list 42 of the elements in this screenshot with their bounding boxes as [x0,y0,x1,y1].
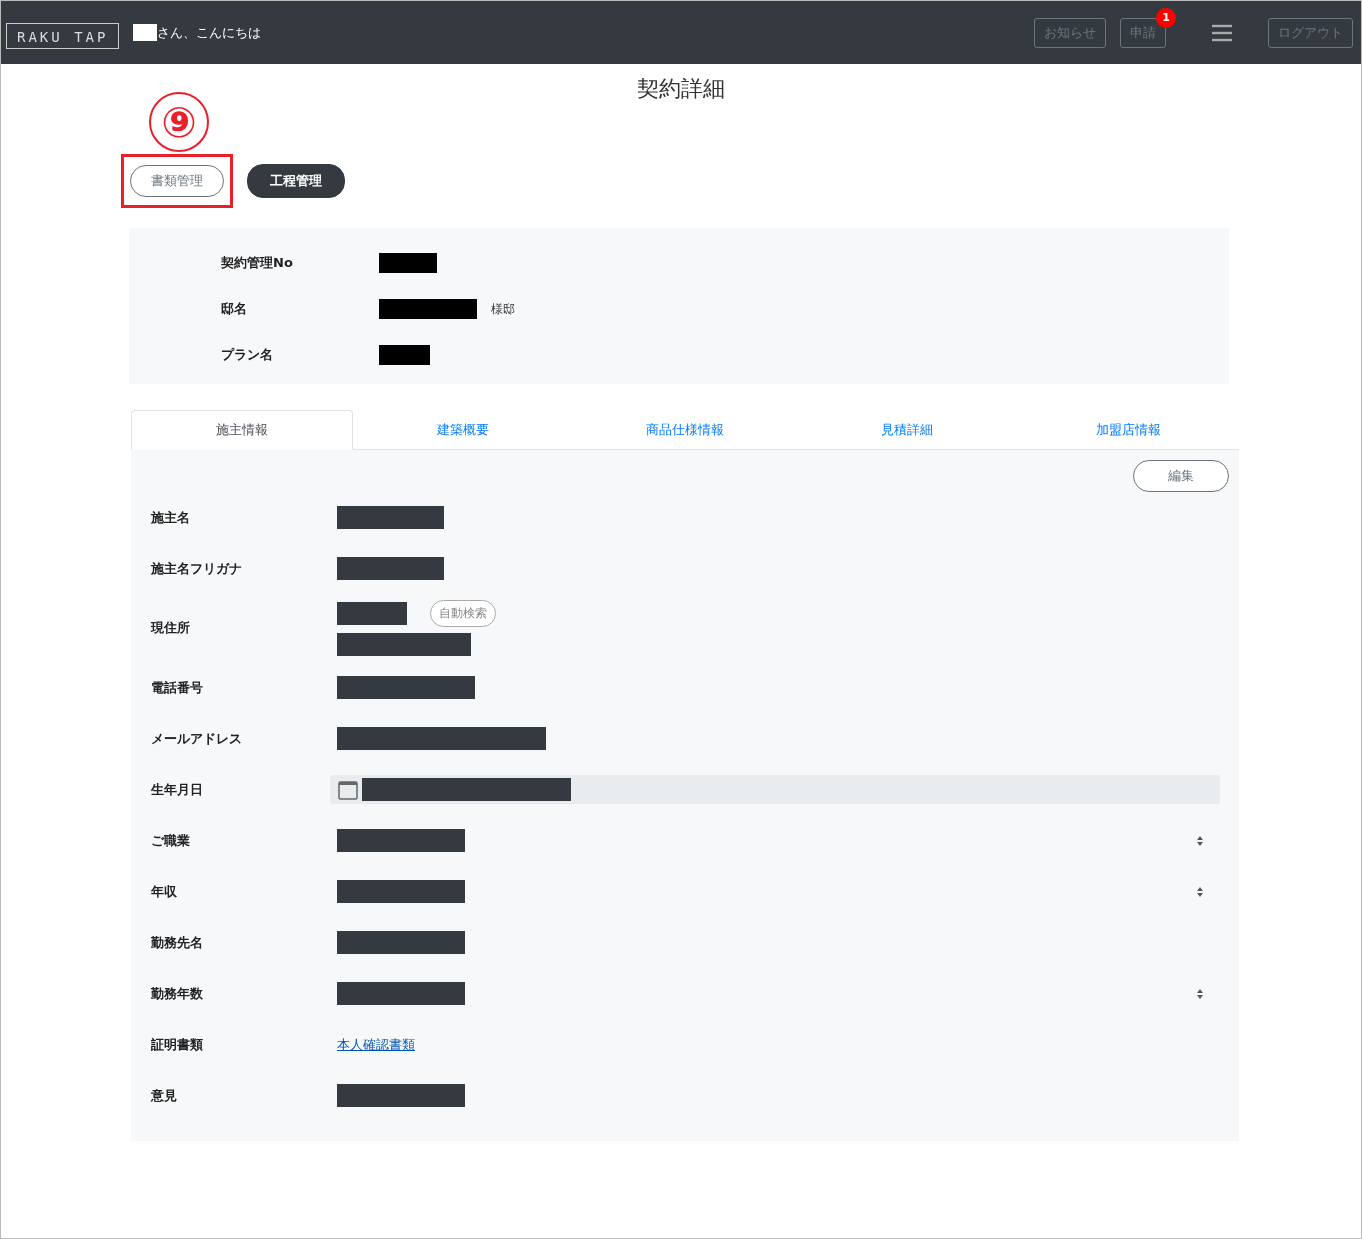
sort-caret-icon [1196,834,1204,847]
field-label: 電話番号 [151,678,204,697]
summary-label: プラン名 [221,346,274,364]
field-label: 生年月日 [151,780,204,799]
redacted-block [379,345,430,365]
calendar-icon [338,779,358,800]
field-label: 証明書類 [151,1035,204,1054]
redacted-name [133,24,158,41]
header-button[interactable]: お知らせ [1034,17,1106,48]
auto-search-button[interactable]: 自動検索 [430,600,496,627]
summary-label: 契約管理No [221,254,294,272]
edit-button[interactable]: 編集 [1133,460,1229,492]
field-label: 勤務年数 [151,984,204,1003]
field-label: メールアドレス [151,729,243,748]
tab[interactable]: 施主情報 [131,410,353,450]
menu-icon[interactable] [1212,23,1232,42]
sort-caret-icon [1196,885,1204,898]
field-label: 現住所 [151,619,191,637]
annotation-number: ⑨ [149,92,209,152]
field-label: 勤務先名 [151,933,204,952]
redacted-block [337,602,407,625]
date-field[interactable] [330,775,1220,804]
field-label: 年収 [151,882,178,901]
redacted-block [379,253,437,273]
page-title: 契約詳細 [636,75,726,103]
tab[interactable]: 建築概要 [352,410,575,450]
tab[interactable]: 見積詳細 [795,410,1018,450]
sort-caret-icon [1196,987,1204,1000]
field-label: 施主名 [151,508,191,527]
action-button[interactable]: 工程管理 [247,164,345,198]
logo[interactable]: RAKU TAP [6,22,120,49]
field-label: 意見 [151,1086,178,1105]
tab[interactable]: 加盟店情報 [1017,410,1239,450]
notification-badge: 1 [1156,7,1176,28]
document-link[interactable]: 本人確認書類 [337,1035,415,1054]
summary-suffix: 様邸 [491,300,515,318]
greeting-text: さん、こんにちは [157,23,262,42]
field-label: ご職業 [151,831,191,850]
tab[interactable]: 商品仕様情報 [574,410,796,450]
summary-label: 邸名 [221,300,248,318]
field-label: 施主名フリガナ [151,559,243,578]
action-button[interactable]: 書類管理 [130,165,224,197]
